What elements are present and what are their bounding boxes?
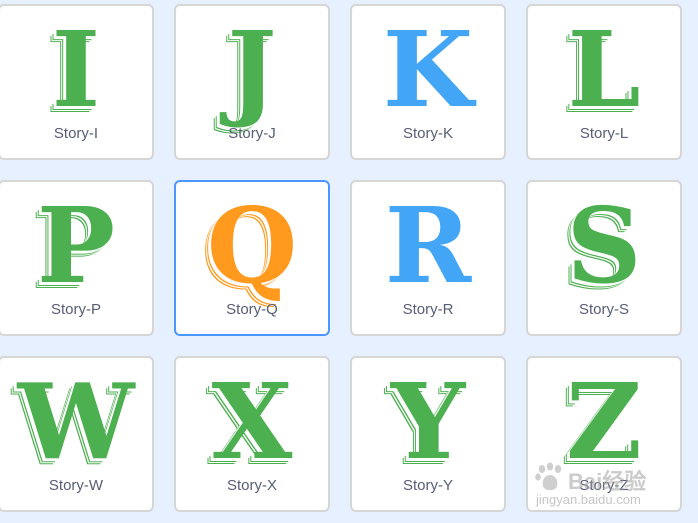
tile-story-w[interactable]: W Story-W <box>0 356 154 512</box>
letter-w-image: W <box>17 360 135 483</box>
letter-k-image: K <box>382 8 474 131</box>
tile-story-p[interactable]: P Story-P <box>0 180 154 336</box>
letter-y-image: Y <box>390 360 466 483</box>
tile-label: Story-S <box>578 301 629 318</box>
tile-label: Story-L <box>579 125 629 142</box>
tile-story-x[interactable]: X Story-X <box>174 356 330 512</box>
tile-label: Story-K <box>402 125 453 142</box>
letter-x-image: X <box>211 360 293 483</box>
tile-story-r[interactable]: R Story-R <box>350 180 506 336</box>
tile-story-s[interactable]: S Story-S <box>526 180 682 336</box>
sprite-library-grid: I Story-I J Story-J K Story-K L Story-L … <box>0 0 698 523</box>
tile-label: Story-Y <box>402 477 453 494</box>
tile-label: Story-Z <box>579 477 629 494</box>
tile-label: Story-X <box>226 477 277 494</box>
tile-label: Story-J <box>228 125 276 142</box>
tile-story-q[interactable]: Q Story-Q <box>174 180 330 336</box>
tile-story-l[interactable]: L Story-L <box>526 4 682 160</box>
letter-s-image: S <box>566 184 642 307</box>
tile-story-j[interactable]: J Story-J <box>174 4 330 160</box>
letter-p-image: P <box>36 184 116 307</box>
letter-r-image: R <box>384 184 472 307</box>
tile-story-k[interactable]: K Story-K <box>350 4 506 160</box>
tile-label: Story-W <box>48 477 104 494</box>
tile-story-z[interactable]: Z Story-Z <box>526 356 682 512</box>
tile-story-i[interactable]: I Story-I <box>0 4 154 160</box>
tile-label: Story-P <box>50 301 101 318</box>
tile-label: Story-I <box>53 125 99 142</box>
letter-z-image: Z <box>566 360 642 483</box>
tile-label: Story-Q <box>226 301 278 318</box>
letter-i-image: I <box>51 8 101 131</box>
letter-q-image: Q <box>206 184 298 307</box>
letter-j-image: J <box>227 8 277 131</box>
tile-story-y[interactable]: Y Story-Y <box>350 356 506 512</box>
letter-l-image: L <box>567 8 641 131</box>
tile-label: Story-R <box>402 301 454 318</box>
